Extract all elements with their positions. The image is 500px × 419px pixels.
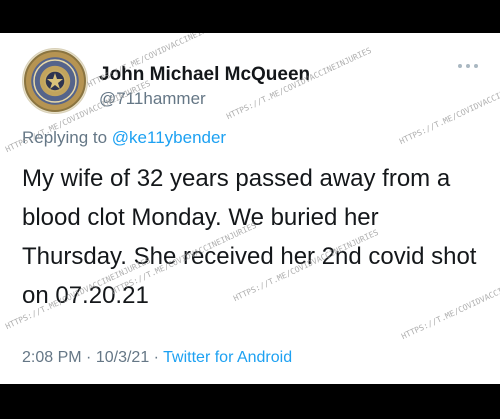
more-icon[interactable] — [457, 62, 479, 70]
meta-separator: · — [86, 349, 92, 366]
tweet-date[interactable]: 10/3/21 — [96, 349, 149, 366]
meta-separator: · — [153, 349, 159, 366]
tweet-source-link[interactable]: Twitter for Android — [163, 349, 292, 366]
author-handle[interactable]: @711hammer — [99, 89, 206, 109]
author-display-name[interactable]: John Michael McQueen — [99, 64, 310, 86]
reply-prefix: Replying to — [22, 128, 108, 147]
watermark: HTTPS://T.ME/COVIDVACCINEINJURIES — [398, 70, 500, 147]
avatar[interactable] — [22, 48, 88, 114]
reply-context: Replying to @ke11ybender — [22, 128, 226, 148]
reply-mention-link[interactable]: @ke11ybender — [112, 128, 226, 147]
tweet-time[interactable]: 2:08 PM — [22, 349, 82, 366]
tweet-meta: 2:08 PM · 10/3/21 · Twitter for Android — [22, 349, 292, 367]
tweet-card: John Michael McQueen @711hammer Replying… — [0, 33, 500, 384]
tweet-text: My wife of 32 years passed away from a b… — [22, 165, 477, 309]
badge-icon — [24, 50, 86, 112]
